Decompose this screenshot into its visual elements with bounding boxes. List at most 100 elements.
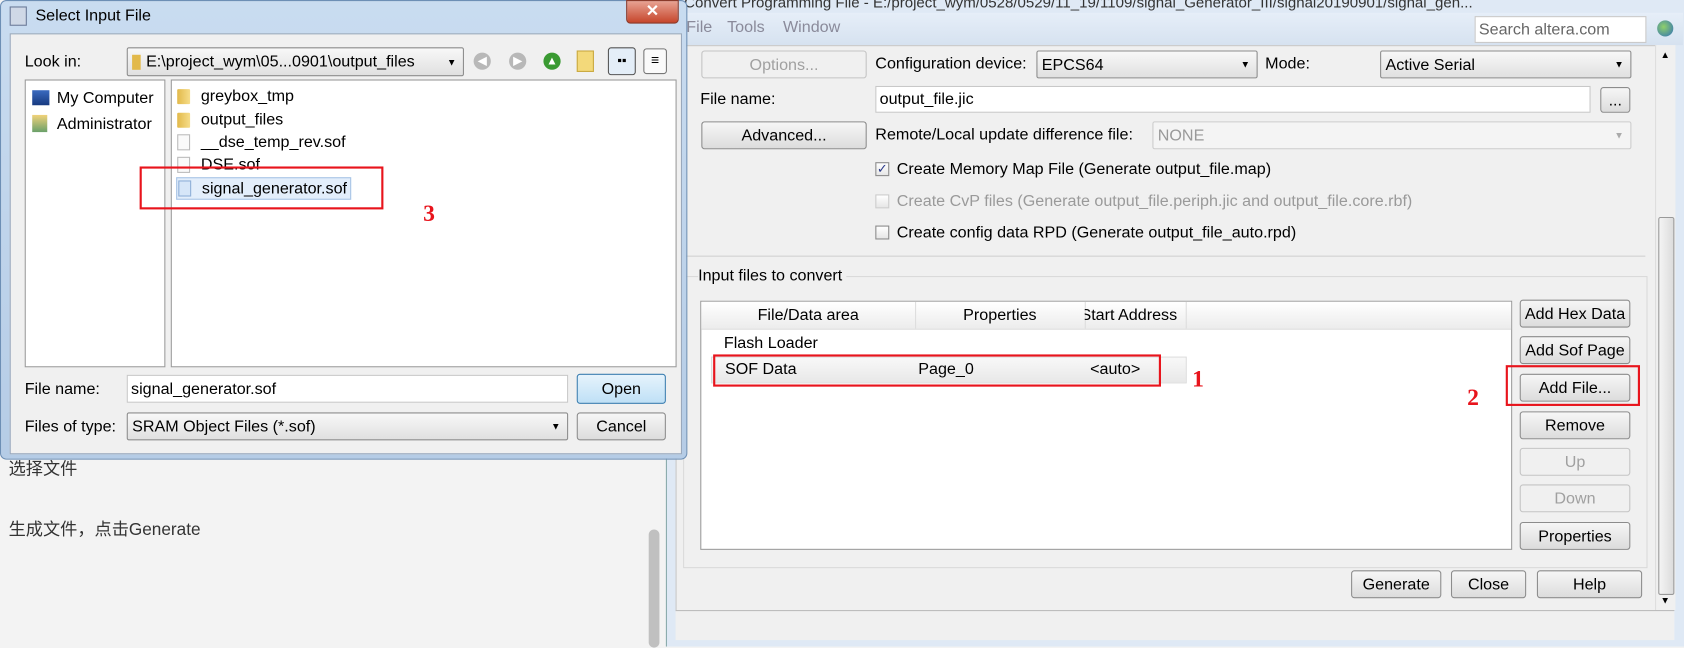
files-of-type-label: Files of type:	[24, 417, 117, 437]
input-files-table[interactable]: File/Data area Properties Start Address …	[700, 300, 1513, 550]
forward-icon[interactable]: ▶	[509, 52, 527, 70]
dialog-file-name-value: signal_generator.sof	[131, 379, 277, 398]
menu-tools[interactable]: Tools	[727, 18, 765, 36]
properties-button[interactable]: Properties	[1519, 521, 1631, 550]
menu-bar: File Tools Window Search altera.com	[673, 12, 1683, 46]
add-hex-data-button[interactable]: Add Hex Data	[1519, 299, 1631, 328]
look-in-select[interactable]: E:\project_wym\05...0901\output_files ▼	[126, 47, 464, 77]
computer-icon	[32, 90, 50, 106]
down-button[interactable]: Down	[1519, 484, 1631, 513]
annotation-number-1: 1	[1192, 365, 1204, 393]
output-file-name-label: File name:	[700, 90, 776, 109]
remote-update-select: NONE ▼	[1152, 121, 1632, 150]
parent-folder-icon[interactable]: ▲	[543, 52, 561, 70]
content-panel: Options... Configuration device: EPCS64 ▼…	[675, 45, 1658, 613]
cvp-label: Create CvP files (Generate output_file.p…	[896, 192, 1413, 211]
mode-select[interactable]: Active Serial ▼	[1380, 50, 1632, 79]
up-button[interactable]: Up	[1519, 447, 1631, 476]
scroll-up-icon[interactable]: ▲	[1660, 49, 1670, 60]
column-header-properties[interactable]: Properties	[915, 301, 1086, 329]
detail-view-icon[interactable]: ≡	[643, 48, 667, 75]
dialog-close-button[interactable]: ✕	[626, 0, 679, 24]
open-button[interactable]: Open	[576, 373, 666, 404]
generate-button[interactable]: Generate	[1351, 570, 1442, 599]
memory-map-label: Create Memory Map File (Generate output_…	[896, 160, 1272, 179]
annotation-number-2: 2	[1467, 383, 1479, 411]
annotation-box-3	[139, 166, 384, 210]
place-label: Administrator	[56, 114, 152, 134]
config-device-select[interactable]: EPCS64 ▼	[1036, 50, 1258, 79]
dialog-app-icon	[9, 6, 27, 26]
annotation-number-3: 3	[423, 199, 435, 227]
table-header: File/Data area Properties Start Address	[701, 301, 1512, 330]
column-header-area-text: File/Data area	[757, 306, 859, 325]
table-row[interactable]: Flash Loader	[724, 334, 818, 352]
convert-programming-file-window: Convert Programming File - E:/project_wy…	[665, 0, 1684, 647]
column-header-start[interactable]: Start Address	[1084, 301, 1187, 329]
dropdown-arrow-icon: ▼	[1240, 59, 1251, 70]
status-bar	[675, 610, 1675, 641]
file-label: output_files	[200, 110, 284, 129]
doc-line-2: 生成文件，点击Generate	[8, 520, 201, 540]
annotation-box-2	[1505, 365, 1640, 406]
cvp-checkbox	[875, 194, 890, 209]
look-in-label: Look in:	[24, 52, 82, 71]
scrollbar-thumb[interactable]	[1658, 216, 1675, 595]
remote-update-value: NONE	[1157, 126, 1205, 145]
help-button[interactable]: Help	[1536, 570, 1643, 599]
file-item-dse-temp-rev[interactable]: __dse_temp_rev.sof	[177, 133, 346, 152]
column-header-start-text: Start Address	[1084, 306, 1178, 325]
file-label: greybox_tmp	[200, 86, 294, 106]
place-label: My Computer	[56, 89, 154, 108]
file-label: __dse_temp_rev.sof	[200, 133, 346, 152]
remove-button[interactable]: Remove	[1519, 411, 1631, 440]
dropdown-arrow-icon: ▼	[551, 421, 561, 432]
dropdown-arrow-icon: ▼	[1614, 59, 1624, 70]
scroll-down-icon[interactable]: ▼	[1660, 595, 1670, 606]
vertical-scrollbar[interactable]: ▲ ▼	[1655, 45, 1676, 611]
globe-icon[interactable]	[1657, 20, 1674, 37]
file-icon	[177, 134, 191, 151]
dropdown-arrow-icon: ▼	[1614, 129, 1624, 141]
back-icon[interactable]: ◀	[473, 52, 491, 70]
files-of-type-value: SRAM Object Files (*.sof)	[132, 417, 316, 436]
rpd-label: Create config data RPD (Generate output_…	[896, 223, 1297, 242]
search-placeholder: Search altera.com	[1478, 20, 1610, 39]
dialog-file-name-label: File name:	[24, 380, 100, 399]
row-area: Flash Loader	[723, 334, 818, 353]
close-button[interactable]: Close	[1450, 570, 1527, 599]
mode-label: Mode:	[1265, 54, 1310, 74]
remote-update-label: Remote/Local update difference file:	[875, 125, 1133, 144]
output-file-name-value: output_file.jic	[879, 90, 974, 109]
select-input-file-dialog: Select Input File ✕ Look in: E:\project_…	[0, 0, 688, 460]
add-sof-page-button[interactable]: Add Sof Page	[1519, 336, 1631, 365]
cancel-button[interactable]: Cancel	[576, 412, 666, 441]
dropdown-arrow-icon: ▼	[446, 56, 457, 68]
new-folder-icon[interactable]	[576, 50, 594, 72]
file-item-greybox-tmp[interactable]: greybox_tmp	[177, 87, 294, 105]
menu-file[interactable]: File	[686, 18, 712, 36]
place-administrator[interactable]: Administrator	[32, 114, 152, 134]
dialog-body: Look in: E:\project_wym\05...0901\output…	[9, 33, 682, 455]
place-my-computer[interactable]: My Computer	[32, 89, 154, 108]
memory-map-checkbox[interactable]: ✓	[875, 162, 890, 177]
doc-scrollbar[interactable]	[648, 529, 660, 648]
column-header-properties-text: Properties	[963, 306, 1037, 325]
divider	[683, 255, 1646, 257]
output-file-name-input[interactable]: output_file.jic	[875, 85, 1591, 113]
annotation-box-1	[713, 354, 1161, 387]
file-item-output-files[interactable]: output_files	[177, 111, 283, 129]
browse-button[interactable]: ...	[1600, 86, 1631, 113]
files-of-type-select[interactable]: SRAM Object Files (*.sof) ▼	[126, 412, 569, 441]
rpd-checkbox[interactable]	[875, 225, 890, 240]
search-input[interactable]: Search altera.com	[1474, 16, 1647, 43]
advanced-button[interactable]: Advanced...	[701, 121, 867, 150]
dialog-file-name-input[interactable]: signal_generator.sof	[126, 374, 569, 403]
menu-window[interactable]: Window	[783, 18, 840, 36]
column-header-area[interactable]: File/Data area	[701, 301, 917, 329]
dialog-title: Select Input File	[35, 6, 151, 25]
options-button[interactable]: Options...	[701, 50, 867, 79]
mode-value: Active Serial	[1385, 55, 1476, 74]
list-view-icon[interactable]: ▪▪	[607, 47, 636, 76]
input-files-group-label: Input files to convert	[698, 266, 847, 285]
